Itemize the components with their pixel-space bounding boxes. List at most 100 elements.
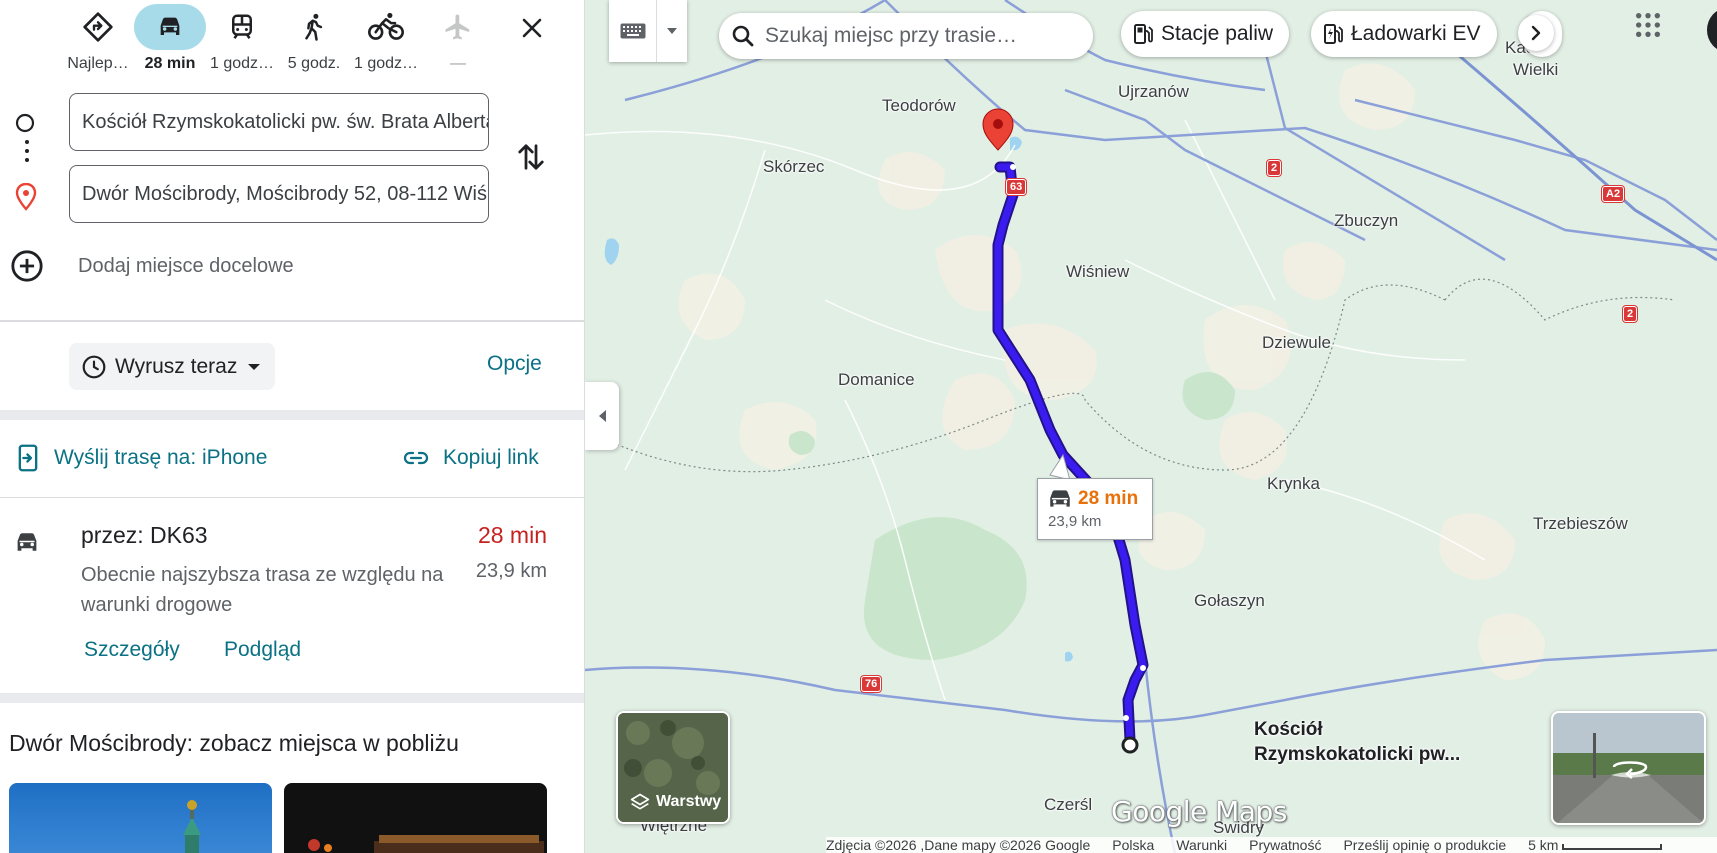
footer-region[interactable]: Polska bbox=[1112, 837, 1154, 853]
route-time: 28 min bbox=[477, 522, 547, 548]
caret-left-icon bbox=[599, 410, 606, 422]
place-label: Wielki bbox=[1513, 60, 1559, 79]
collapse-panel-button[interactable] bbox=[585, 382, 619, 450]
search-icon bbox=[732, 25, 754, 47]
send-to-phone-label: Wyślij trasę na: iPhone bbox=[54, 446, 268, 469]
place-label: Domanice bbox=[838, 370, 915, 389]
mode-best-label: Najlep… bbox=[67, 55, 129, 72]
clock-icon bbox=[82, 355, 106, 378]
depart-time-dropdown[interactable]: Wyrusz teraz bbox=[69, 343, 276, 390]
route-distance: 23,9 km bbox=[475, 560, 547, 582]
map-canvas[interactable]: 63 2 2 76 A2 Ujrzanów Teodorów Skórzec W… bbox=[585, 0, 1717, 853]
car-icon bbox=[17, 533, 37, 551]
road-shield: 2 bbox=[1623, 306, 1638, 322]
mode-walking[interactable]: 5 godz. bbox=[277, 4, 351, 78]
layers-label: Warstwy bbox=[656, 793, 722, 810]
send-to-phone-link[interactable]: Wyślij trasę na: iPhone bbox=[16, 442, 267, 474]
divider bbox=[0, 497, 584, 498]
ev-charger-icon bbox=[1324, 24, 1343, 44]
chip-gas-stations[interactable]: Stacje paliw bbox=[1121, 11, 1290, 57]
keyboard-button[interactable] bbox=[609, 0, 657, 62]
mode-flights[interactable]: — bbox=[421, 4, 495, 78]
place-label: Gołaszyn bbox=[1194, 591, 1265, 610]
nearby-title: Dwór Mościbrody: zobacz miejsca w pobliż… bbox=[9, 730, 459, 756]
caret-down-icon bbox=[667, 28, 677, 34]
place-label: Skórzec bbox=[763, 157, 825, 176]
swap-waypoints-button[interactable] bbox=[513, 137, 549, 177]
swap-icon bbox=[518, 144, 544, 170]
origin-input[interactable]: Kościół Rzymskokatolicki pw. św. Brata A… bbox=[69, 93, 489, 151]
depart-label: Wyrusz teraz bbox=[115, 354, 238, 378]
bubble-time: 28 min bbox=[1078, 488, 1139, 509]
copy-link-button[interactable]: Kopiuj link bbox=[403, 442, 539, 474]
along-route-search-input[interactable]: Szukaj miejsc przy trasie… bbox=[719, 13, 1093, 59]
car-icon bbox=[1050, 490, 1070, 507]
map-footer: Zdjęcia ©2026 ,Dane mapy ©2026 Google Po… bbox=[826, 837, 1717, 853]
link-icon bbox=[403, 451, 429, 465]
mode-driving[interactable]: 28 min bbox=[133, 4, 207, 78]
mode-driving-label: 28 min bbox=[144, 55, 196, 72]
mode-best[interactable]: Najlep… bbox=[61, 4, 135, 78]
mode-cycling[interactable]: 1 godz… bbox=[349, 4, 423, 78]
attribution[interactable]: Zdjęcia ©2026 ,Dane mapy ©2026 Google bbox=[826, 837, 1090, 853]
divider bbox=[0, 320, 584, 322]
search-placeholder: Szukaj miejsc przy trasie… bbox=[765, 24, 1018, 47]
route-preview-button[interactable]: Podgląd bbox=[224, 638, 301, 662]
apps-grid-icon bbox=[1635, 12, 1661, 38]
route-time-bubble[interactable]: 28 min 23,9 km bbox=[1037, 478, 1153, 540]
road-shield: 63 bbox=[1006, 179, 1027, 195]
footer-feedback-link[interactable]: Prześlij opinię o produkcie bbox=[1343, 837, 1506, 853]
scale-label: 5 km bbox=[1528, 837, 1559, 853]
add-destination-label: Dodaj miejsce docelowe bbox=[78, 254, 294, 277]
route-option-card[interactable]: przez: DK63 Obecnie najszybsza trasa ze … bbox=[0, 508, 584, 698]
input-tools-dropdown[interactable] bbox=[657, 0, 687, 62]
footer-terms-link[interactable]: Warunki bbox=[1176, 837, 1227, 853]
options-link[interactable]: Opcje bbox=[487, 352, 542, 376]
chip-label: Ładowarki EV bbox=[1351, 22, 1481, 45]
street-view-thumbnail[interactable] bbox=[1551, 711, 1706, 825]
google-apps-button[interactable] bbox=[1634, 11, 1670, 47]
bike-icon bbox=[350, 4, 422, 50]
close-directions-button[interactable] bbox=[512, 8, 552, 48]
walk-icon bbox=[278, 4, 350, 50]
add-circle-icon bbox=[11, 250, 43, 282]
divider bbox=[0, 693, 584, 703]
add-destination-button[interactable]: Dodaj miejsce docelowe bbox=[10, 248, 294, 284]
map-base-layer bbox=[585, 0, 1717, 853]
place-label: Teodorów bbox=[882, 96, 956, 115]
copy-link-label: Kopiuj link bbox=[443, 446, 539, 469]
nearby-place-image[interactable] bbox=[9, 783, 272, 853]
road-shield: 76 bbox=[861, 676, 882, 692]
chip-ev-chargers[interactable]: Ładowarki EV bbox=[1311, 11, 1497, 57]
place-label: Krynka bbox=[1267, 474, 1320, 493]
route-details-button[interactable]: Szczegóły bbox=[84, 638, 180, 662]
layers-button[interactable]: Warstwy bbox=[616, 711, 730, 824]
origin-circle-icon bbox=[15, 113, 35, 133]
chips-next-button[interactable] bbox=[1518, 15, 1554, 51]
google-maps-logo: Google Maps bbox=[1111, 795, 1287, 828]
mode-transit[interactable]: 1 godz… bbox=[205, 4, 279, 78]
plane-icon bbox=[422, 4, 494, 50]
car-icon bbox=[134, 4, 206, 50]
bubble-distance: 23,9 km bbox=[1048, 513, 1102, 530]
directions-panel: Najlep… 28 min 1 godz… 5 godz. 1 godz… —… bbox=[0, 0, 585, 853]
destination-input[interactable]: Dwór Mościbrody, Mościbrody 52, 08-112 W… bbox=[69, 165, 489, 223]
scale-indicator[interactable]: 5 km bbox=[1528, 837, 1663, 853]
mode-transit-label: 1 godz… bbox=[209, 55, 275, 72]
origin-map-label[interactable]: Kościół Rzymskokatolicki pw... bbox=[1254, 717, 1460, 767]
road-shield: A2 bbox=[1602, 186, 1625, 202]
footer-privacy-link[interactable]: Prywatność bbox=[1249, 837, 1321, 853]
destination-pin-icon bbox=[15, 183, 37, 211]
origin-label-line: Rzymskokatolicki pw... bbox=[1254, 744, 1461, 765]
scale-bar bbox=[1562, 844, 1663, 850]
layers-icon bbox=[630, 793, 650, 810]
nearby-place-image[interactable] bbox=[284, 783, 547, 853]
caret-down-icon bbox=[248, 363, 261, 370]
mode-cycling-label: 1 godz… bbox=[353, 55, 419, 72]
chevron-right-icon bbox=[1531, 25, 1541, 41]
mode-flights-label: — bbox=[450, 55, 466, 72]
send-to-device-icon bbox=[18, 444, 38, 472]
waypoint-dots bbox=[25, 140, 29, 167]
place-label: Trzebieszów bbox=[1533, 514, 1628, 533]
divider bbox=[0, 410, 584, 420]
